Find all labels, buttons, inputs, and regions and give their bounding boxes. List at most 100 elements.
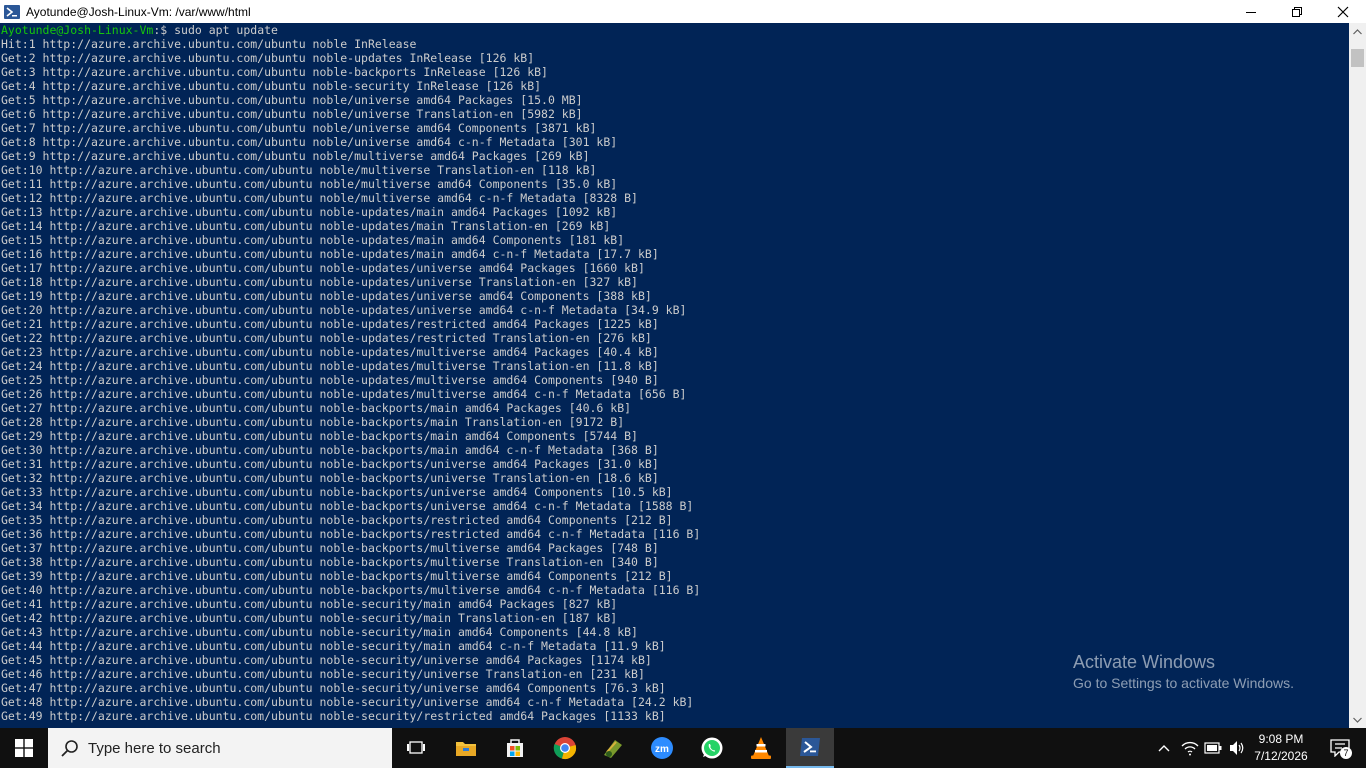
chevron-up-icon — [1158, 745, 1170, 752]
output-line: Get:25 http://azure.archive.ubuntu.com/u… — [1, 373, 659, 387]
output-line: Get:32 http://azure.archive.ubuntu.com/u… — [1, 471, 659, 485]
output-line: Get:49 http://azure.archive.ubuntu.com/u… — [1, 709, 666, 723]
start-button[interactable] — [0, 728, 48, 768]
output-line: Get:31 http://azure.archive.ubuntu.com/u… — [1, 457, 659, 471]
output-line: Get:20 http://azure.archive.ubuntu.com/u… — [1, 303, 687, 317]
chevron-up-icon — [1353, 28, 1362, 34]
output-line: Get:3 http://azure.archive.ubuntu.com/ub… — [1, 65, 548, 79]
vlc-button[interactable] — [737, 728, 785, 768]
output-line: Get:9 http://azure.archive.ubuntu.com/ub… — [1, 149, 590, 163]
minimize-icon — [1246, 11, 1256, 13]
show-hidden-icons-button[interactable] — [1154, 738, 1174, 758]
pinned-app-icon — [604, 740, 622, 758]
output-line: Get:37 http://azure.archive.ubuntu.com/u… — [1, 541, 659, 555]
prompt-user: Ayotunde@Josh-Linux-Vm — [1, 23, 154, 37]
vlc-icon — [751, 737, 771, 759]
output-line: Get:48 http://azure.archive.ubuntu.com/u… — [1, 695, 694, 709]
search-placeholder: Type here to search — [88, 739, 221, 757]
output-line: Get:14 http://azure.archive.ubuntu.com/u… — [1, 219, 611, 233]
chevron-down-icon — [1353, 717, 1362, 723]
output-lines: Hit:1 http://azure.archive.ubuntu.com/ub… — [0, 37, 1349, 723]
action-center-button[interactable]: 7 — [1322, 728, 1358, 768]
output-line: Get:7 http://azure.archive.ubuntu.com/ub… — [1, 121, 597, 135]
restore-icon — [1292, 6, 1302, 17]
output-line: Get:39 http://azure.archive.ubuntu.com/u… — [1, 569, 673, 583]
output-line: Get:41 http://azure.archive.ubuntu.com/u… — [1, 597, 618, 611]
output-line: Get:17 http://azure.archive.ubuntu.com/u… — [1, 261, 645, 275]
output-line: Get:18 http://azure.archive.ubuntu.com/u… — [1, 275, 638, 289]
output-line: Get:16 http://azure.archive.ubuntu.com/u… — [1, 247, 659, 261]
output-line: Get:24 http://azure.archive.ubuntu.com/u… — [1, 359, 659, 373]
close-icon — [1337, 6, 1349, 17]
output-line: Get:42 http://azure.archive.ubuntu.com/u… — [1, 611, 618, 625]
task-view-button[interactable] — [392, 728, 440, 768]
output-line: Get:26 http://azure.archive.ubuntu.com/u… — [1, 387, 687, 401]
watermark-title: Activate Windows — [1073, 652, 1216, 672]
output-line: Hit:1 http://azure.archive.ubuntu.com/ub… — [1, 37, 417, 51]
output-line: Get:34 http://azure.archive.ubuntu.com/u… — [1, 499, 694, 513]
app-button-pinned[interactable] — [589, 728, 637, 768]
store-button[interactable] — [491, 728, 539, 768]
output-line: Get:29 http://azure.archive.ubuntu.com/u… — [1, 429, 638, 443]
output-line: Get:33 http://azure.archive.ubuntu.com/u… — [1, 485, 673, 499]
output-line: Get:43 http://azure.archive.ubuntu.com/u… — [1, 625, 638, 639]
output-line: Get:40 http://azure.archive.ubuntu.com/u… — [1, 583, 701, 597]
output-line: Get:30 http://azure.archive.ubuntu.com/u… — [1, 443, 659, 457]
output-line: Get:35 http://azure.archive.ubuntu.com/u… — [1, 513, 673, 527]
powershell-taskbar-button[interactable] — [786, 728, 834, 768]
restore-button[interactable] — [1274, 0, 1320, 23]
whatsapp-icon — [701, 737, 723, 759]
vertical-scrollbar[interactable] — [1349, 23, 1366, 728]
powershell-taskbar-icon — [800, 738, 820, 756]
folder-icon — [456, 742, 476, 756]
output-line: Get:11 http://azure.archive.ubuntu.com/u… — [1, 177, 618, 191]
battery-tray-button[interactable] — [1203, 738, 1223, 758]
chrome-button[interactable] — [541, 728, 589, 768]
window-title-bar[interactable]: Ayotunde@Josh-Linux-Vm: /var/www/html — [0, 0, 1366, 23]
zoom-icon: zm — [651, 737, 673, 759]
output-line: Get:6 http://azure.archive.ubuntu.com/ub… — [1, 107, 583, 121]
output-line: Get:13 http://azure.archive.ubuntu.com/u… — [1, 205, 618, 219]
window-title: Ayotunde@Josh-Linux-Vm: /var/www/html — [26, 4, 251, 19]
task-view-icon — [407, 741, 425, 754]
taskbar: Type here to search zm 9:08 PM 7/12/2026… — [0, 728, 1366, 768]
clock-time: 9:08 PM — [1258, 732, 1304, 746]
output-line: Get:2 http://azure.archive.ubuntu.com/ub… — [1, 51, 535, 65]
zoom-button[interactable]: zm — [638, 728, 686, 768]
output-line: Get:5 http://azure.archive.ubuntu.com/ub… — [1, 93, 583, 107]
output-line: Get:38 http://azure.archive.ubuntu.com/u… — [1, 555, 659, 569]
whatsapp-button[interactable] — [688, 728, 736, 768]
scroll-down-button[interactable] — [1349, 711, 1366, 728]
powershell-icon — [4, 4, 20, 20]
file-explorer-button[interactable] — [442, 728, 490, 768]
taskbar-search-box[interactable]: Type here to search — [48, 728, 392, 768]
output-line: Get:4 http://azure.archive.ubuntu.com/ub… — [1, 79, 542, 93]
search-icon — [60, 738, 80, 758]
terminal-output[interactable]: Ayotunde@Josh-Linux-Vm:$ sudo apt update… — [0, 23, 1349, 728]
chrome-icon — [553, 737, 577, 760]
output-line: Get:19 http://azure.archive.ubuntu.com/u… — [1, 289, 652, 303]
output-line: Get:28 http://azure.archive.ubuntu.com/u… — [1, 415, 625, 429]
volume-tray-button[interactable] — [1227, 738, 1247, 758]
activate-windows-watermark: Activate Windows Go to Settings to activ… — [1073, 651, 1294, 693]
wifi-icon — [1181, 741, 1199, 756]
output-line: Get:27 http://azure.archive.ubuntu.com/u… — [1, 401, 632, 415]
close-button[interactable] — [1320, 0, 1366, 23]
battery-icon — [1204, 742, 1222, 754]
output-line: Get:12 http://azure.archive.ubuntu.com/u… — [1, 191, 638, 205]
taskbar-clock[interactable]: 9:08 PM 7/12/2026 — [1248, 731, 1314, 765]
scroll-up-button[interactable] — [1349, 23, 1366, 40]
output-line: Get:15 http://azure.archive.ubuntu.com/u… — [1, 233, 625, 247]
watermark-subtitle: Go to Settings to activate Windows. — [1073, 675, 1294, 691]
zoom-label: zm — [655, 744, 669, 755]
windows-logo-icon — [15, 739, 33, 757]
prompt-line: Ayotunde@Josh-Linux-Vm:$ sudo apt update — [0, 23, 1349, 37]
network-tray-button[interactable] — [1180, 738, 1200, 758]
clock-date: 7/12/2026 — [1254, 749, 1308, 763]
output-line: Get:36 http://azure.archive.ubuntu.com/u… — [1, 527, 701, 541]
minimize-button[interactable] — [1228, 0, 1274, 23]
output-line: Get:23 http://azure.archive.ubuntu.com/u… — [1, 345, 659, 359]
scroll-thumb[interactable] — [1351, 49, 1364, 67]
output-line: Get:22 http://azure.archive.ubuntu.com/u… — [1, 331, 652, 345]
output-line: Get:21 http://azure.archive.ubuntu.com/u… — [1, 317, 659, 331]
